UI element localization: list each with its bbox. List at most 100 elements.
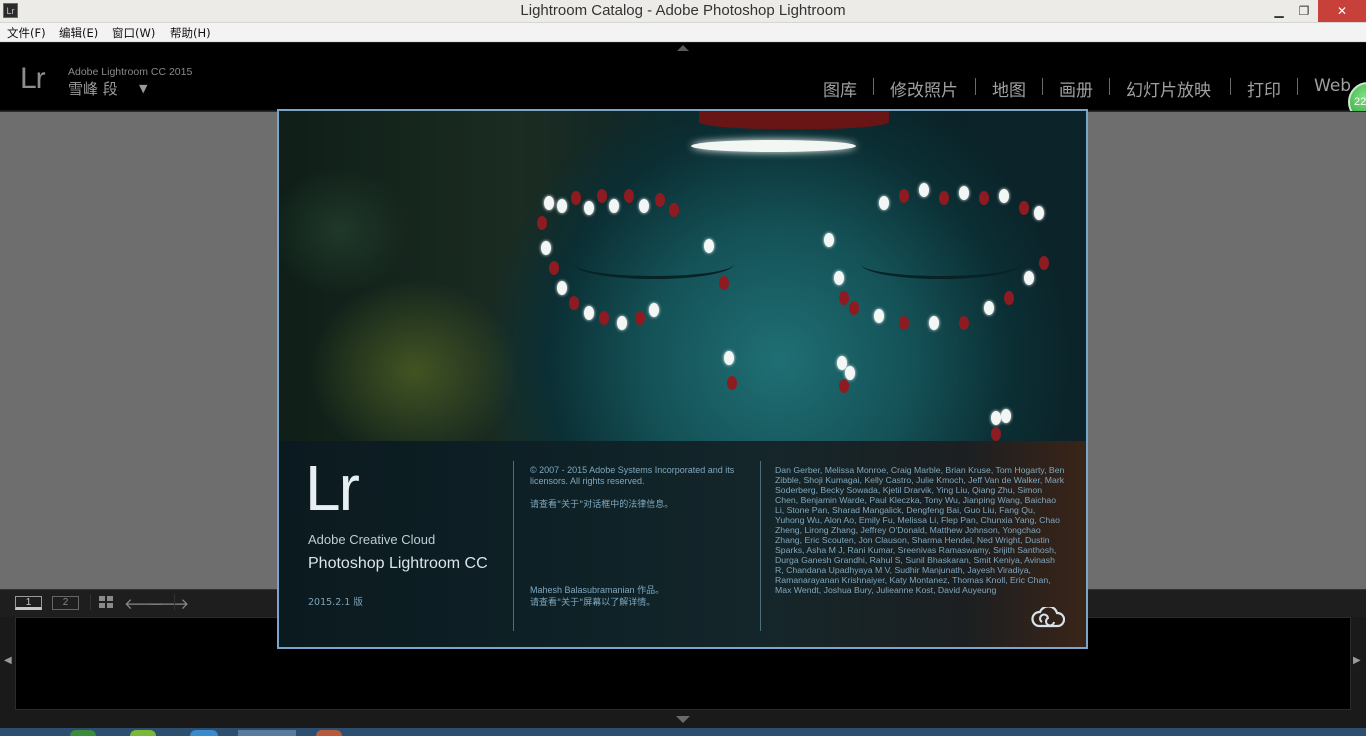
face-paint-dot (979, 191, 989, 205)
face-paint-dot (624, 189, 634, 203)
face-paint-dot (959, 316, 969, 330)
face-paint-dot (849, 301, 859, 315)
splash-copyright: © 2007 - 2015 Adobe Systems Incorporated… (530, 465, 735, 486)
menu-bar: 文件(F) 编辑(E) 窗口(W) 帮助(H) (0, 23, 1366, 42)
face-paint-dot (639, 199, 649, 213)
face-paint-red (699, 111, 889, 129)
face-paint-dot (597, 189, 607, 203)
info-divider (513, 461, 514, 631)
module-map[interactable]: 地图 (992, 76, 1026, 101)
face-paint-dot (929, 316, 939, 330)
face-paint-dot (1034, 206, 1044, 220)
user-name[interactable]: 雪峰 段 (68, 78, 118, 99)
menu-window[interactable]: 窗口(W) (112, 25, 155, 41)
face-paint-dot (984, 301, 994, 315)
face-paint-dot (569, 296, 579, 310)
module-library[interactable]: 图库 (823, 76, 857, 101)
splash-photo (279, 111, 1086, 441)
face-paint-dot (959, 186, 969, 200)
grid-view-icon[interactable] (99, 596, 115, 610)
product-version-label: Adobe Lightroom CC 2015 (68, 66, 193, 78)
module-separator (873, 78, 874, 95)
taskbar-lightroom-button[interactable] (238, 730, 296, 736)
top-panel-toggle-arrow[interactable] (677, 45, 689, 51)
info-divider (760, 461, 761, 631)
face-paint-dot (571, 191, 581, 205)
face-paint-band (691, 140, 856, 152)
face-paint-dot (939, 191, 949, 205)
close-button[interactable]: ✕ (1318, 0, 1366, 22)
face-paint-dot (541, 241, 551, 255)
face-paint-dot (839, 291, 849, 305)
face-paint-dot (879, 196, 889, 210)
face-paint-dot (724, 351, 734, 365)
secondary-window-button[interactable]: 2 (52, 596, 79, 610)
module-separator (1042, 78, 1043, 95)
face-paint-dot (557, 199, 567, 213)
face-paint-dot (834, 271, 844, 285)
primary-window-button[interactable]: 1 (15, 596, 42, 610)
splash-legal-note: 请查看"关于"对话框中的法律信息。 (530, 500, 674, 510)
module-web[interactable]: Web (1314, 76, 1351, 96)
module-separator (1230, 78, 1231, 95)
module-separator (1109, 78, 1110, 95)
face-paint-dot (649, 303, 659, 317)
menu-file[interactable]: 文件(F) (7, 25, 46, 41)
splash-lr-logo: Lr (305, 452, 360, 524)
lightroom-logo: Lr (20, 62, 46, 95)
arrow-right-icon[interactable]: 🡒 (149, 594, 189, 613)
face-paint-dot (919, 183, 929, 197)
module-print[interactable]: 打印 (1247, 76, 1281, 101)
face-paint-dot (824, 233, 834, 247)
face-paint-dot (845, 366, 855, 380)
taskbar-app-icon[interactable] (70, 730, 96, 736)
face-paint-dot (1004, 291, 1014, 305)
menu-help[interactable]: 帮助(H) (170, 25, 211, 41)
menu-edit[interactable]: 编辑(E) (59, 25, 98, 41)
module-book[interactable]: 画册 (1059, 76, 1093, 101)
bottom-panel-toggle-arrow[interactable] (676, 716, 690, 723)
face-paint-dot (999, 189, 1009, 203)
closed-eye-left (574, 249, 734, 279)
right-panel-toggle-arrow[interactable]: ▶ (1353, 655, 1361, 666)
maximize-button[interactable]: ❐ (1291, 0, 1317, 22)
minimize-button[interactable]: ▁ (1266, 0, 1292, 22)
face-paint-dot (727, 376, 737, 390)
face-paint-dot (599, 311, 609, 325)
window-title: Lightroom Catalog - Adobe Photoshop Ligh… (520, 2, 846, 19)
face-paint-dot (549, 261, 559, 275)
face-paint-dot (899, 189, 909, 203)
face-paint-dot (1001, 409, 1011, 423)
face-paint-dot (704, 239, 714, 253)
face-paint-dot (669, 203, 679, 217)
splash-credits: Dan Gerber, Melissa Monroe, Craig Marble… (775, 465, 1065, 595)
face-paint-dot (899, 316, 909, 330)
face-paint-dot (655, 193, 665, 207)
toolbar-separator (90, 594, 91, 610)
face-paint-dot (617, 316, 627, 330)
face-paint-dot (839, 379, 849, 393)
module-slideshow[interactable]: 幻灯片放映 (1126, 76, 1211, 101)
taskbar-app-icon[interactable] (130, 730, 156, 736)
face-paint-dot (991, 427, 1001, 441)
splash-artist-note: 请查看"关于"屏幕以了解详情。 (530, 598, 656, 608)
face-paint-dot (584, 306, 594, 320)
left-panel-toggle-arrow[interactable]: ◀ (4, 655, 12, 666)
window-titlebar: Lr Lightroom Catalog - Adobe Photoshop L… (0, 0, 1366, 23)
face-paint-dot (1019, 201, 1029, 215)
creative-cloud-icon (1031, 607, 1065, 628)
taskbar-app-icon[interactable] (190, 730, 218, 736)
splash-screen: Lr Adobe Creative Cloud Photoshop Lightr… (277, 109, 1088, 649)
face-paint-dot (635, 311, 645, 325)
face-paint-dot (991, 411, 1001, 425)
splash-product-name: Photoshop Lightroom CC (308, 555, 488, 572)
module-separator (975, 78, 976, 95)
taskbar-app-icon[interactable] (316, 730, 342, 736)
chevron-down-icon[interactable]: ▼ (139, 82, 147, 95)
face-paint-dot (609, 199, 619, 213)
toolbar-separator (174, 594, 175, 610)
face-paint-dot (1024, 271, 1034, 285)
face-paint-dot (544, 196, 554, 210)
face-paint-dot (719, 276, 729, 290)
module-develop[interactable]: 修改照片 (890, 76, 958, 101)
